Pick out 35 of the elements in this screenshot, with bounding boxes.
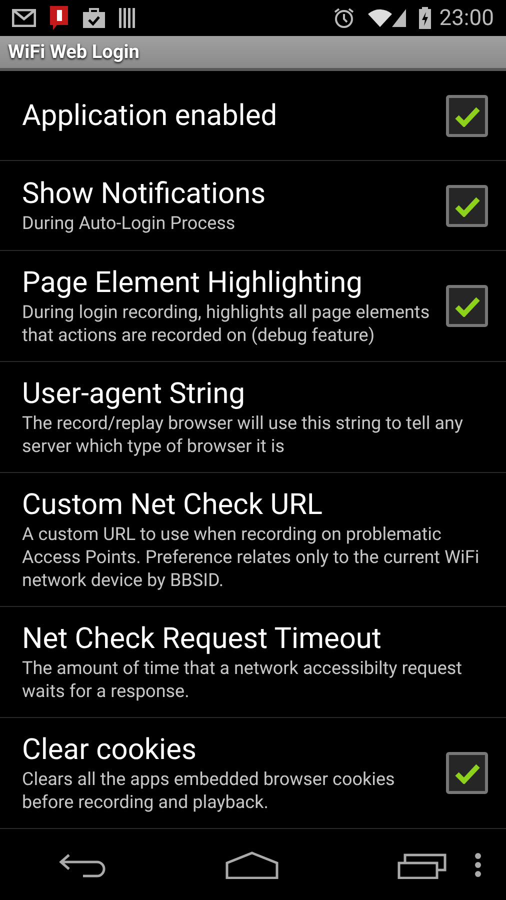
- back-icon[interactable]: [59, 852, 107, 878]
- preference-summary: During Auto-Login Process: [22, 212, 236, 235]
- checkmark-icon: [454, 194, 480, 216]
- checkbox[interactable]: [446, 94, 488, 136]
- preference-title[interactable]: Custom Net Check URL: [22, 487, 488, 523]
- bars-icon: [118, 7, 138, 29]
- preference-title[interactable]: Clear cookies: [22, 732, 434, 768]
- recent-apps-icon[interactable]: [397, 851, 447, 879]
- checkbox[interactable]: [446, 752, 488, 794]
- preference-title[interactable]: Page Element Highlighting: [22, 265, 434, 301]
- app-notification-icon: [48, 5, 70, 31]
- alarm-clock-icon: [333, 7, 356, 29]
- checkbox[interactable]: [446, 285, 488, 327]
- signal-icon: [391, 8, 408, 28]
- preference-title[interactable]: Application enabled: [22, 98, 434, 134]
- overflow-menu-icon[interactable]: [474, 852, 482, 878]
- checkmark-icon: [454, 295, 480, 317]
- home-icon[interactable]: [225, 851, 279, 879]
- checkmark-icon: [454, 104, 480, 126]
- window-title: WiFi Web Login: [8, 38, 140, 65]
- preference-summary: During login recording, highlights all page elements that actions are recorded on (debug feature): [22, 301, 431, 347]
- status-time: 23:00: [439, 4, 494, 32]
- preference-title[interactable]: Net Check Request Timeout: [22, 621, 488, 657]
- briefcase-check-icon: [82, 7, 106, 29]
- checkmark-icon: [454, 762, 480, 784]
- preference-title[interactable]: User-agent String: [22, 376, 488, 412]
- battery-icon: [419, 7, 432, 29]
- mail-icon: [12, 9, 36, 27]
- preference-title[interactable]: Show Notifications: [22, 176, 434, 212]
- preference-summary: The record/replay browser will use this string to tell any server which type of browser it is: [22, 412, 464, 458]
- preference-summary: The amount of time that a network accessibilty request waits for a response.: [22, 657, 464, 703]
- preference-summary: Clears all the apps embedded browser cookies before recording and playback.: [22, 768, 396, 814]
- checkbox[interactable]: [446, 184, 488, 226]
- wifi-icon: [367, 8, 394, 28]
- preference-summary: A custom URL to use when recording on problematic Access Points. Preference relates only to the current WiFi network device by BBSID.: [22, 523, 480, 592]
